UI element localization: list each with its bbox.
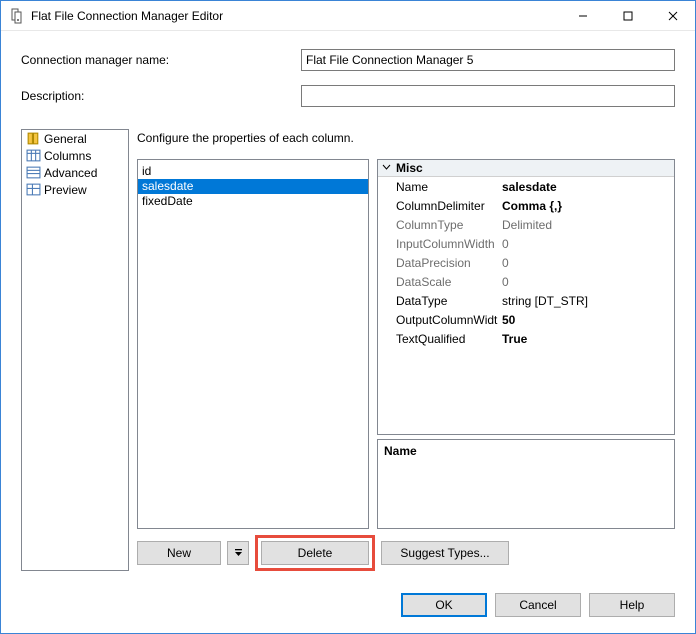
property-value[interactable]: 50 — [498, 313, 674, 327]
nav-label: Advanced — [44, 166, 97, 180]
property-row[interactable]: ColumnDelimiterComma {,} — [378, 196, 674, 215]
property-key: ColumnDelimiter — [378, 199, 498, 213]
property-value[interactable]: Delimited — [498, 218, 674, 232]
property-description: Name — [377, 439, 675, 529]
dropdown-icon — [234, 546, 243, 560]
window-buttons — [560, 1, 695, 30]
name-row: Connection manager name: — [21, 49, 675, 71]
minimize-button[interactable] — [560, 1, 605, 30]
dialog-footer: OK Cancel Help — [1, 581, 695, 633]
property-group-header[interactable]: Misc — [378, 160, 674, 177]
property-value[interactable]: 0 — [498, 256, 674, 270]
form-area: Connection manager name: Description: — [1, 31, 695, 129]
property-row[interactable]: ColumnTypeDelimited — [378, 215, 674, 234]
nav-item-columns[interactable]: Columns — [22, 147, 128, 164]
property-row[interactable]: OutputColumnWidth50 — [378, 310, 674, 329]
column-item[interactable]: fixedDate — [138, 194, 368, 209]
titlebar: Flat File Connection Manager Editor — [1, 1, 695, 31]
name-label: Connection manager name: — [21, 53, 301, 67]
column-list[interactable]: id salesdate fixedDate — [137, 159, 369, 529]
property-key: ColumnType — [378, 218, 498, 232]
nav-item-advanced[interactable]: Advanced — [22, 164, 128, 181]
desc-label: Description: — [21, 89, 301, 103]
preview-icon — [26, 182, 41, 197]
description-input[interactable] — [301, 85, 675, 107]
nav-item-general[interactable]: General — [22, 130, 128, 147]
connection-name-input[interactable] — [301, 49, 675, 71]
delete-button[interactable]: Delete — [261, 541, 369, 565]
properties-panel: Misc NamesalesdateColumnDelimiterComma {… — [377, 159, 675, 529]
property-key: OutputColumnWidth — [378, 313, 498, 327]
suggest-types-button[interactable]: Suggest Types... — [381, 541, 509, 565]
dialog-window: Flat File Connection Manager Editor Conn… — [0, 0, 696, 634]
column-buttons: New Delete Suggest Types... — [137, 535, 675, 571]
nav-tree[interactable]: General Columns Advanced Preview — [21, 129, 129, 571]
property-value[interactable]: 0 — [498, 237, 674, 251]
property-key: Name — [378, 180, 498, 194]
delete-highlight: Delete — [255, 535, 375, 571]
nav-label: General — [44, 132, 87, 146]
property-group-title: Misc — [396, 161, 423, 175]
column-item[interactable]: salesdate — [138, 179, 368, 194]
cancel-button[interactable]: Cancel — [495, 593, 581, 617]
property-value[interactable]: string [DT_STR] — [498, 294, 674, 308]
property-rows: NamesalesdateColumnDelimiterComma {,}Col… — [378, 177, 674, 348]
chevron-down-icon — [382, 161, 392, 175]
general-icon — [26, 131, 41, 146]
body: General Columns Advanced Preview Configu… — [1, 129, 695, 581]
property-row[interactable]: InputColumnWidth0 — [378, 234, 674, 253]
maximize-button[interactable] — [605, 1, 650, 30]
close-button[interactable] — [650, 1, 695, 30]
property-key: InputColumnWidth — [378, 237, 498, 251]
property-desc-title: Name — [384, 444, 668, 458]
property-row[interactable]: Namesalesdate — [378, 177, 674, 196]
new-button[interactable]: New — [137, 541, 221, 565]
property-value[interactable]: True — [498, 332, 674, 346]
nav-label: Preview — [44, 183, 87, 197]
main-panel: Configure the properties of each column.… — [137, 129, 675, 571]
columns-area: id salesdate fixedDate Misc Namesalesdat… — [137, 159, 675, 529]
property-key: TextQualified — [378, 332, 498, 346]
advanced-icon — [26, 165, 41, 180]
ok-button[interactable]: OK — [401, 593, 487, 617]
nav-label: Columns — [44, 149, 91, 163]
help-button[interactable]: Help — [589, 593, 675, 617]
desc-row: Description: — [21, 85, 675, 107]
property-value[interactable]: salesdate — [498, 180, 674, 194]
property-key: DataPrecision — [378, 256, 498, 270]
column-item[interactable]: id — [138, 164, 368, 179]
hint-text: Configure the properties of each column. — [137, 131, 675, 145]
property-key: DataType — [378, 294, 498, 308]
property-row[interactable]: DataScale0 — [378, 272, 674, 291]
new-dropdown-button[interactable] — [227, 541, 249, 565]
nav-item-preview[interactable]: Preview — [22, 181, 128, 198]
property-grid[interactable]: Misc NamesalesdateColumnDelimiterComma {… — [377, 159, 675, 435]
app-icon — [9, 8, 25, 24]
property-key: DataScale — [378, 275, 498, 289]
window-title: Flat File Connection Manager Editor — [31, 9, 560, 23]
property-value[interactable]: 0 — [498, 275, 674, 289]
columns-icon — [26, 148, 41, 163]
property-row[interactable]: DataTypestring [DT_STR] — [378, 291, 674, 310]
property-value[interactable]: Comma {,} — [498, 199, 674, 213]
property-row[interactable]: DataPrecision0 — [378, 253, 674, 272]
property-row[interactable]: TextQualifiedTrue — [378, 329, 674, 348]
